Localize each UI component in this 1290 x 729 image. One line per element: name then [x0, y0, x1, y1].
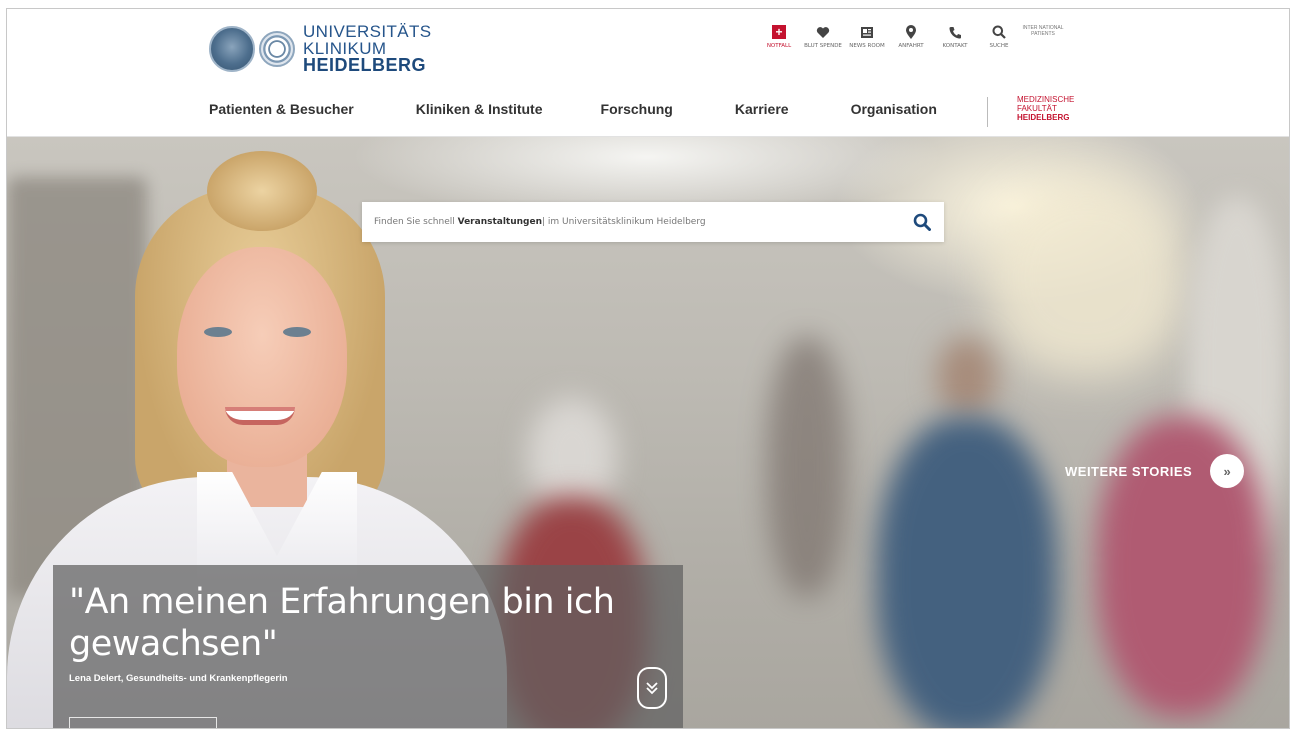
more-stories-label: WEITERE STORIES: [1065, 463, 1193, 479]
util-anfahrt[interactable]: ANFAHRT: [889, 23, 933, 49]
logo-line-3: HEIDELBERG: [303, 55, 427, 75]
search-suffix: | im Universitätsklinikum Heidelberg: [542, 217, 706, 227]
search-icon: [913, 213, 931, 231]
util-anfahrt-label: ANFAHRT: [898, 43, 924, 49]
search-input[interactable]: Finden Sie schnell Veranstaltungen| im U…: [374, 217, 900, 227]
util-kontakt[interactable]: KONTAKT: [933, 23, 977, 49]
util-suche-label: SUCHE: [989, 43, 1009, 49]
util-newsroom-label: NEWS ROOM: [849, 43, 885, 49]
story-read-button[interactable]: [69, 717, 217, 728]
search-submit-button[interactable]: [900, 202, 944, 242]
story-quote: "An meinen Erfahrungen bin ich gewachsen…: [69, 582, 615, 664]
emergency-cross-icon: +: [772, 25, 786, 39]
logo-wordmark: UNIVERSITÄTS KLINIKUM HEIDELBERG: [303, 23, 432, 74]
story-quote-box: "An meinen Erfahrungen bin ich gewachsen…: [53, 565, 683, 728]
util-kontakt-label: KONTAKT: [942, 43, 968, 49]
util-blutspende-label: BLUT SPENDE: [804, 43, 842, 49]
util-blutspende[interactable]: BLUT SPENDE: [801, 23, 845, 49]
newspaper-icon: [845, 23, 889, 41]
faculty-line-3: HEIDELBERG: [1017, 113, 1070, 122]
double-chevron-right-icon[interactable]: »: [1210, 454, 1245, 488]
scroll-down-icon[interactable]: [637, 667, 667, 709]
international-icon: INTER NATIONAL PATIENTS: [1021, 23, 1065, 37]
search-keyword: Veranstaltungen: [457, 217, 542, 227]
university-seal-icon: [209, 25, 255, 72]
util-notfall-label: NOTFALL: [766, 43, 792, 49]
faculty-line-2: FAKULTÄT: [1017, 104, 1057, 113]
nav-kliniken-institute[interactable]: Kliniken & Institute: [416, 101, 543, 117]
util-international-label: INTER NATIONAL PATIENTS: [1022, 25, 1064, 37]
logo-line-1: UNIVERSITÄTS: [303, 22, 432, 41]
nav-organisation[interactable]: Organisation: [851, 101, 937, 117]
hero-section: Finden Sie schnell Veranstaltungen| im U…: [7, 137, 1289, 728]
util-suche[interactable]: SUCHE: [977, 23, 1021, 49]
faculty-logo[interactable]: MEDIZINISCHE FAKULTÄT HEIDELBERG: [1017, 95, 1074, 122]
util-international[interactable]: INTER NATIONAL PATIENTS: [1021, 23, 1065, 49]
site-logo[interactable]: UNIVERSITÄTS KLINIKUM HEIDELBERG: [209, 23, 432, 74]
browser-viewport: UNIVERSITÄTS KLINIKUM HEIDELBERG + NOTFA…: [6, 8, 1290, 729]
site-header: UNIVERSITÄTS KLINIKUM HEIDELBERG + NOTFA…: [7, 9, 1289, 137]
location-pin-icon: [889, 23, 933, 41]
search-prefix: Finden Sie schnell: [374, 217, 458, 227]
heart-icon: [801, 23, 845, 41]
util-newsroom[interactable]: NEWS ROOM: [845, 23, 889, 49]
util-notfall[interactable]: + NOTFALL: [757, 23, 801, 49]
more-stories-link[interactable]: WEITERE STORIES »: [1065, 454, 1245, 488]
phone-icon: [933, 23, 977, 41]
clinic-seal-icon: [259, 30, 295, 67]
nav-patienten-besucher[interactable]: Patienten & Besucher: [209, 101, 354, 117]
search-bar[interactable]: Finden Sie schnell Veranstaltungen| im U…: [362, 202, 944, 242]
nav-divider: [987, 97, 988, 127]
main-nav: Patienten & Besucher Kliniken & Institut…: [209, 101, 937, 117]
nav-karriere[interactable]: Karriere: [735, 101, 789, 117]
search-icon: [977, 23, 1021, 41]
story-caption: Lena Delert, Gesundheits- und Krankenpfl…: [69, 673, 288, 684]
nav-forschung[interactable]: Forschung: [601, 101, 673, 117]
utility-nav: + NOTFALL BLUT SPENDE NEWS ROOM ANFAHRT: [757, 23, 1065, 49]
faculty-line-1: MEDIZINISCHE: [1017, 95, 1075, 104]
